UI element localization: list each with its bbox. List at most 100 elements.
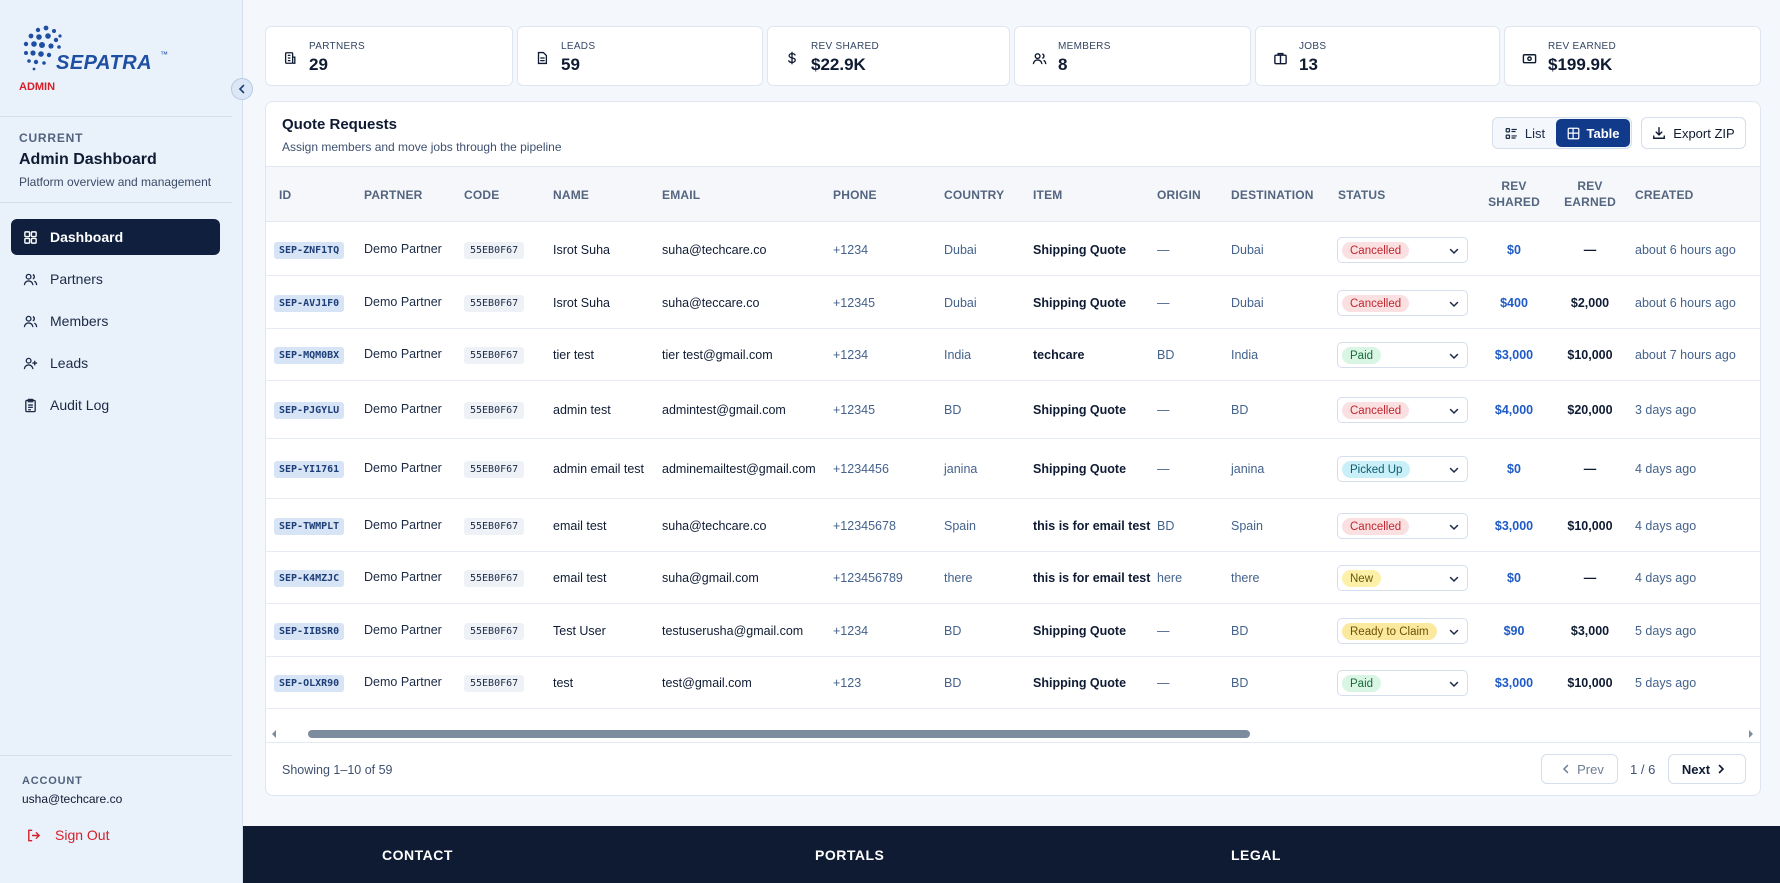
item-cell: Shipping Quote xyxy=(1033,243,1127,257)
table-row[interactable]: SEP-TWMPLT Demo Partner 55EB0F67 email test… xyxy=(266,499,1760,552)
column-header-id[interactable]: ID xyxy=(279,188,291,202)
sidebar-item-leads[interactable]: Leads xyxy=(11,345,220,381)
column-header-item[interactable]: ITEM xyxy=(1033,188,1062,202)
table-row[interactable]: SEP-ZNF1TQ Demo Partner 55EB0F67 Isrot Suha… xyxy=(266,223,1760,276)
column-header-code[interactable]: CODE xyxy=(464,188,499,202)
created-cell: 5 days ago xyxy=(1635,624,1697,638)
status-select[interactable]: Cancelled xyxy=(1337,397,1468,423)
table-row[interactable]: SEP-YI1761 Demo Partner 55EB0F67 admin emai… xyxy=(266,439,1760,499)
name-cell: email test xyxy=(553,571,607,585)
column-header-rev-earned[interactable]: REV EARNED xyxy=(1550,179,1630,209)
sidebar-item-audit-log[interactable]: Audit Log xyxy=(11,387,220,423)
view-toggle: List Table xyxy=(1492,117,1632,149)
column-header-status[interactable]: STATUS xyxy=(1338,188,1385,202)
chevron-down-icon xyxy=(1449,248,1459,255)
column-header-origin[interactable]: ORIGIN xyxy=(1157,188,1201,202)
column-header-phone[interactable]: PHONE xyxy=(833,188,877,202)
table-row[interactable]: SEP-K4MZJC Demo Partner 55EB0F67 email test… xyxy=(266,552,1760,604)
current-label: CURRENT xyxy=(19,131,84,145)
lead-id-badge[interactable]: SEP-TWMPLT xyxy=(274,518,345,535)
members-icon xyxy=(1032,53,1047,65)
column-header-destination[interactable]: DESTINATION xyxy=(1231,188,1314,202)
chevron-down-icon xyxy=(1449,467,1459,474)
next-page-button[interactable]: Next xyxy=(1668,754,1746,784)
collapse-sidebar-button[interactable] xyxy=(231,78,253,100)
stat-label: MEMBERS xyxy=(1058,41,1111,52)
sidebar-item-label: Dashboard xyxy=(50,229,124,245)
rev-earned-cell: — xyxy=(1583,243,1597,257)
scrollbar-thumb[interactable] xyxy=(308,730,1250,738)
logo[interactable]: SEPATRA ™ xyxy=(20,22,180,78)
status-select[interactable]: Cancelled xyxy=(1337,290,1468,316)
column-header-rev-shared[interactable]: REV SHARED xyxy=(1474,179,1554,209)
status-badge: Paid xyxy=(1342,675,1382,692)
destination-cell: Spain xyxy=(1231,519,1263,533)
phone-cell: +12345 xyxy=(833,403,876,417)
status-select[interactable]: Cancelled xyxy=(1337,513,1468,539)
column-header-name[interactable]: NAME xyxy=(553,188,589,202)
country-cell: India xyxy=(944,348,972,362)
column-header-partner[interactable]: PARTNER xyxy=(364,188,423,202)
table-row[interactable]: SEP-MQM0BX Demo Partner 55EB0F67 tier test t… xyxy=(266,329,1760,381)
chevron-left-icon xyxy=(1563,764,1569,774)
showing-count: Showing 1–10 of 59 xyxy=(282,763,393,777)
sign-out-button[interactable]: Sign Out xyxy=(26,827,109,843)
status-badge: New xyxy=(1342,570,1382,587)
page-indicator: 1 / 6 xyxy=(1630,762,1656,777)
sidebar-item-dashboard[interactable]: Dashboard xyxy=(11,219,220,255)
status-select[interactable]: Paid xyxy=(1337,342,1468,368)
table-view-button[interactable]: Table xyxy=(1556,119,1630,147)
table-row[interactable]: SEP-OLXR90 Demo Partner 55EB0F67 test test@g… xyxy=(266,657,1760,709)
rev-shared-cell: $0 xyxy=(1507,462,1521,476)
stat-label: REV SHARED xyxy=(811,41,880,52)
stat-value: 13 xyxy=(1299,55,1318,74)
lead-id-badge[interactable]: SEP-IIBSR0 xyxy=(274,623,345,640)
list-view-button[interactable]: List xyxy=(1494,119,1556,147)
table-row[interactable]: SEP-IIBSR0 Demo Partner 55EB0F67 Test User t… xyxy=(266,604,1760,657)
panel-subtitle: Assign members and move jobs through the… xyxy=(282,140,562,154)
partner-cell: Demo Partner xyxy=(364,570,442,584)
lead-id-badge[interactable]: SEP-AVJ1F0 xyxy=(274,295,345,312)
prev-page-button[interactable]: Prev xyxy=(1541,754,1618,784)
status-select[interactable]: New xyxy=(1337,565,1468,591)
created-cell: about 6 hours ago xyxy=(1635,243,1736,257)
lead-id-badge[interactable]: SEP-PJGYLU xyxy=(274,402,345,419)
account-email: usha@techcare.co xyxy=(22,792,123,806)
stat-value: $199.9K xyxy=(1548,55,1613,74)
status-select[interactable]: Picked Up xyxy=(1337,456,1468,482)
lead-id-badge[interactable]: SEP-ZNF1TQ xyxy=(274,242,345,259)
lead-id-badge[interactable]: SEP-OLXR90 xyxy=(274,675,345,692)
quote-requests-panel: Quote Requests Assign members and move j… xyxy=(265,101,1761,796)
name-cell: Isrot Suha xyxy=(553,296,610,310)
lead-id-badge[interactable]: SEP-YI1761 xyxy=(274,461,345,478)
table-row[interactable]: SEP-AVJ1F0 Demo Partner 55EB0F67 Isrot Suha… xyxy=(266,276,1760,329)
list-view-label: List xyxy=(1524,125,1546,141)
destination-cell: BD xyxy=(1231,624,1249,638)
lead-id-badge[interactable]: SEP-MQM0BX xyxy=(274,347,345,364)
sidebar-item-members[interactable]: Members xyxy=(11,303,220,339)
lead-id-badge[interactable]: SEP-K4MZJC xyxy=(274,570,345,587)
status-select[interactable]: Paid xyxy=(1337,670,1468,696)
status-badge: Cancelled xyxy=(1342,242,1410,259)
destination-cell: there xyxy=(1231,571,1260,585)
stat-card-jobs: JOBS 13 xyxy=(1255,26,1500,86)
stat-card-rev-earned: REV EARNED $199.9K xyxy=(1504,26,1761,86)
country-cell: Dubai xyxy=(944,243,977,257)
scroll-left-icon[interactable] xyxy=(270,729,278,739)
account-label: ACCOUNT xyxy=(22,775,83,787)
horizontal-scrollbar[interactable] xyxy=(266,726,1760,742)
export-zip-button[interactable]: Export ZIP xyxy=(1641,117,1746,149)
column-header-email[interactable]: EMAIL xyxy=(662,188,700,202)
stat-label: JOBS xyxy=(1299,41,1327,52)
column-header-created[interactable]: CREATED xyxy=(1635,188,1694,202)
chevron-down-icon xyxy=(1449,681,1459,688)
column-header-country[interactable]: COUNTRY xyxy=(944,188,1004,202)
sign-out-label: Sign Out xyxy=(55,827,110,843)
status-select[interactable]: Ready to Claim xyxy=(1337,618,1468,644)
sidebar-item-partners[interactable]: Partners xyxy=(11,261,220,297)
origin-cell: BD xyxy=(1157,519,1175,533)
status-select[interactable]: Cancelled xyxy=(1337,237,1468,263)
table-header: ID PARTNER CODE NAME EMAIL PHONE COUNTRY… xyxy=(266,166,1760,222)
scroll-right-icon[interactable] xyxy=(1747,729,1755,739)
table-row[interactable]: SEP-PJGYLU Demo Partner 55EB0F67 admin test… xyxy=(266,381,1760,439)
